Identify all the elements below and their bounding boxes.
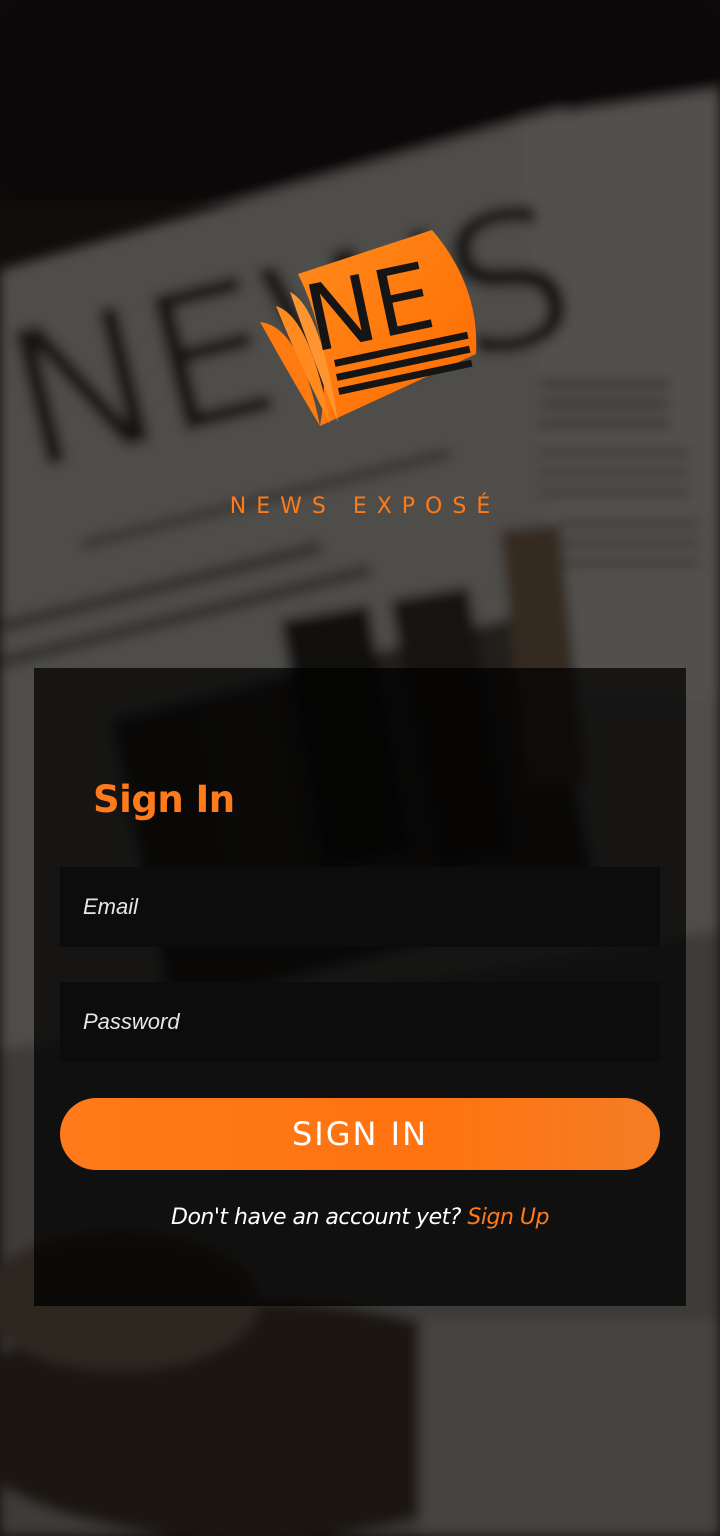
signin-card: Sign In SIGN IN Don't have an account ye… — [34, 668, 686, 1306]
signup-prompt: Don't have an account yet? Sign Up — [34, 1205, 686, 1230]
signin-button[interactable]: SIGN IN — [60, 1098, 660, 1170]
no-account-text: Don't have an account yet? — [171, 1205, 461, 1230]
brand-name: NEWS EXPOSÉ — [229, 494, 501, 519]
signin-title: Sign In — [93, 778, 235, 821]
news-expose-logo: NE — [250, 226, 490, 436]
signup-link[interactable]: Sign Up — [467, 1205, 549, 1230]
password-field[interactable] — [60, 982, 660, 1062]
email-field[interactable] — [60, 867, 660, 947]
